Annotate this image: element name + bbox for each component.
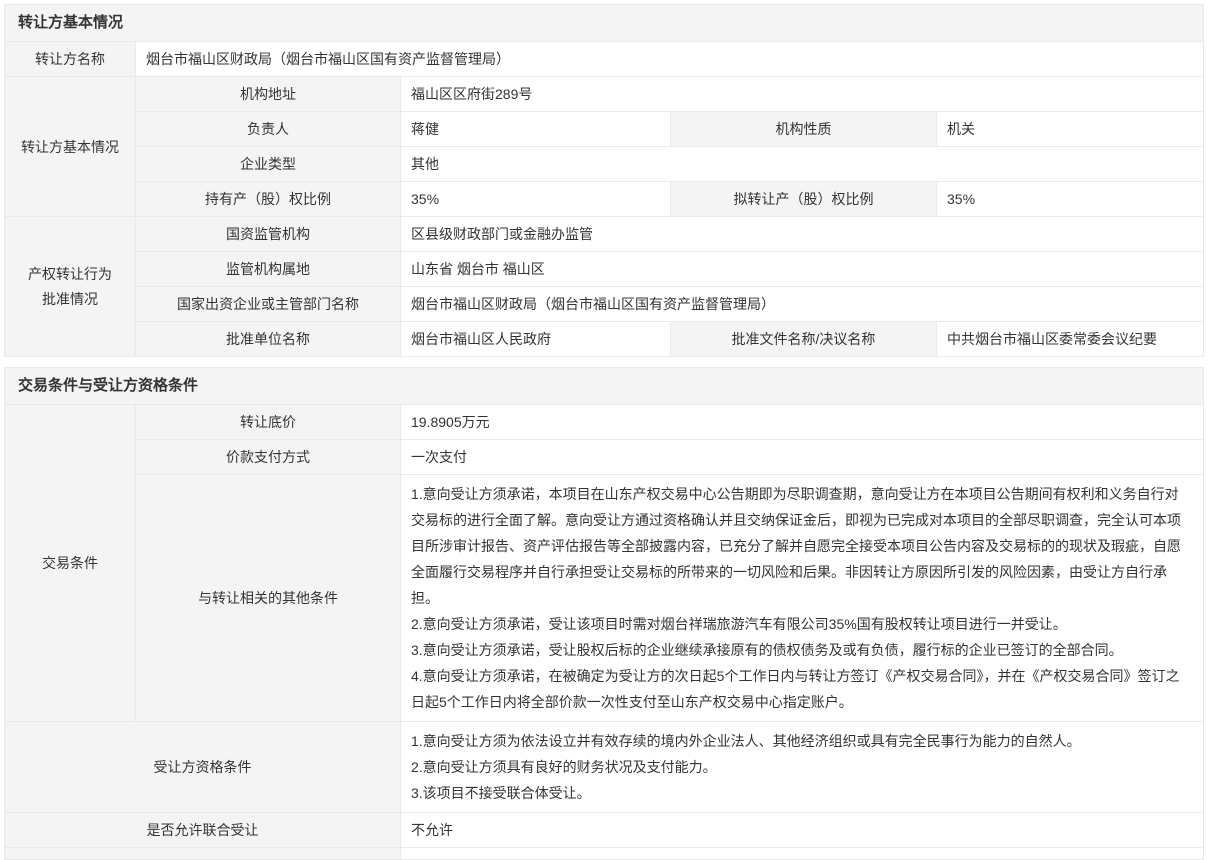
field-label-transferee-qualification: 受让方资格条件 bbox=[5, 722, 401, 813]
field-value-held-ratio: 35% bbox=[401, 182, 671, 217]
field-value-transferee-qualification: 1.意向受让方须为依法设立并有效存续的境内外企业法人、其他经济组织或具有完全民事… bbox=[401, 722, 1204, 813]
field-label-other-conditions: 与转让相关的其他条件 bbox=[136, 475, 401, 722]
field-label-person-in-charge: 负责人 bbox=[136, 112, 401, 147]
section-trade-conditions: 交易条件与受让方资格条件 交易条件 转让底价 19.8905万元 价款支付方式 … bbox=[4, 367, 1204, 860]
field-value-partial bbox=[401, 848, 1204, 860]
section-transferor-info: 转让方基本情况 转让方名称 烟台市福山区财政局（烟台市福山区国有资产监督管理局）… bbox=[4, 4, 1204, 357]
table-row: 受让方资格条件 1.意向受让方须为依法设立并有效存续的境内外企业法人、其他经济组… bbox=[5, 722, 1204, 813]
field-label-regulator: 国资监管机构 bbox=[136, 217, 401, 252]
field-value-approver-unit: 烟台市福山区人民政府 bbox=[401, 322, 671, 357]
field-label-planned-ratio: 拟转让产（股）权比例 bbox=[671, 182, 937, 217]
conditions-table: 交易条件 转让底价 19.8905万元 价款支付方式 一次支付 与转让相关的其他… bbox=[4, 404, 1204, 860]
field-label-joint-transfer: 是否允许联合受让 bbox=[5, 813, 401, 848]
field-value-joint-transfer: 不允许 bbox=[401, 813, 1204, 848]
table-row: 国家出资企业或主管部门名称 烟台市福山区财政局（烟台市福山区国有资产监督管理局） bbox=[5, 287, 1204, 322]
section-header: 转让方基本情况 bbox=[4, 4, 1204, 41]
group-label-trade-conditions: 交易条件 bbox=[5, 405, 136, 722]
group-label-approval-info: 产权转让行为 批准情况 bbox=[5, 217, 136, 357]
field-value-planned-ratio: 35% bbox=[937, 182, 1204, 217]
field-label-floor-price: 转让底价 bbox=[136, 405, 401, 440]
field-label-transferor-name: 转让方名称 bbox=[5, 42, 136, 77]
table-row: 企业类型 其他 bbox=[5, 147, 1204, 182]
field-label-approver-unit: 批准单位名称 bbox=[136, 322, 401, 357]
field-value-transferor-name: 烟台市福山区财政局（烟台市福山区国有资产监督管理局） bbox=[136, 42, 1204, 77]
field-label-enterprise-type: 企业类型 bbox=[136, 147, 401, 182]
field-label-regulator-region: 监管机构属地 bbox=[136, 252, 401, 287]
field-label-org-address: 机构地址 bbox=[136, 77, 401, 112]
section-header: 交易条件与受让方资格条件 bbox=[4, 367, 1204, 404]
table-row: 产权转让行为 批准情况 国资监管机构 区县级财政部门或金融办监管 bbox=[5, 217, 1204, 252]
group-label-line2: 批准情况 bbox=[9, 287, 131, 312]
table-row: 转让方名称 烟台市福山区财政局（烟台市福山区国有资产监督管理局） bbox=[5, 42, 1204, 77]
field-value-org-nature: 机关 bbox=[937, 112, 1204, 147]
field-value-person-in-charge: 蒋健 bbox=[401, 112, 671, 147]
field-value-enterprise-type: 其他 bbox=[401, 147, 1204, 182]
field-label-payment-method: 价款支付方式 bbox=[136, 440, 401, 475]
field-label-parent-enterprise: 国家出资企业或主管部门名称 bbox=[136, 287, 401, 322]
field-value-floor-price: 19.8905万元 bbox=[401, 405, 1204, 440]
group-label-basic-info: 转让方基本情况 bbox=[5, 77, 136, 217]
table-row: 负责人 蒋健 机构性质 机关 bbox=[5, 112, 1204, 147]
field-value-payment-method: 一次支付 bbox=[401, 440, 1204, 475]
table-row-partial bbox=[5, 848, 1204, 860]
field-value-other-conditions: 1.意向受让方须承诺，本项目在山东产权交易中心公告期即为尽职调查期，意向受让方在… bbox=[401, 475, 1204, 722]
field-value-org-address: 福山区区府街289号 bbox=[401, 77, 1204, 112]
table-row: 批准单位名称 烟台市福山区人民政府 批准文件名称/决议名称 中共烟台市福山区委常… bbox=[5, 322, 1204, 357]
table-row: 价款支付方式 一次支付 bbox=[5, 440, 1204, 475]
group-label-line1: 产权转让行为 bbox=[9, 262, 131, 287]
table-row: 与转让相关的其他条件 1.意向受让方须承诺，本项目在山东产权交易中心公告期即为尽… bbox=[5, 475, 1204, 722]
field-label-org-nature: 机构性质 bbox=[671, 112, 937, 147]
field-value-regulator: 区县级财政部门或金融办监管 bbox=[401, 217, 1204, 252]
field-value-regulator-region: 山东省 烟台市 福山区 bbox=[401, 252, 1204, 287]
transferor-table: 转让方名称 烟台市福山区财政局（烟台市福山区国有资产监督管理局） 转让方基本情况… bbox=[4, 41, 1204, 357]
table-row: 转让方基本情况 机构地址 福山区区府街289号 bbox=[5, 77, 1204, 112]
table-row: 监管机构属地 山东省 烟台市 福山区 bbox=[5, 252, 1204, 287]
field-label-approval-doc: 批准文件名称/决议名称 bbox=[671, 322, 937, 357]
field-value-approval-doc: 中共烟台市福山区委常委会议纪要 bbox=[937, 322, 1204, 357]
table-row: 持有产（股）权比例 35% 拟转让产（股）权比例 35% bbox=[5, 182, 1204, 217]
table-row: 交易条件 转让底价 19.8905万元 bbox=[5, 405, 1204, 440]
field-value-parent-enterprise: 烟台市福山区财政局（烟台市福山区国有资产监督管理局） bbox=[401, 287, 1204, 322]
field-label-partial bbox=[5, 848, 401, 860]
table-row: 是否允许联合受让 不允许 bbox=[5, 813, 1204, 848]
field-label-held-ratio: 持有产（股）权比例 bbox=[136, 182, 401, 217]
